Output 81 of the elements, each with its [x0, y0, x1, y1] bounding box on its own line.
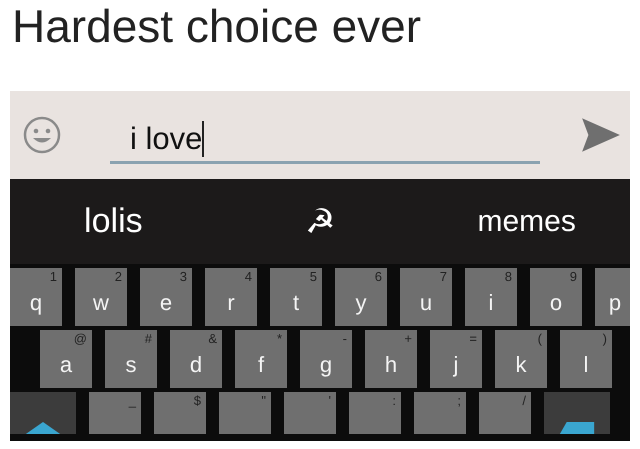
shift-icon [25, 422, 61, 434]
key[interactable]: 8 i [465, 268, 517, 326]
key-hint: + [404, 331, 412, 346]
key[interactable]: 4 r [205, 268, 257, 326]
delete-key[interactable] [544, 392, 610, 434]
key-hint: / [522, 393, 526, 408]
backspace-icon [559, 422, 595, 434]
key[interactable]: 2 w [75, 268, 127, 326]
key-hint: 6 [374, 269, 382, 284]
key[interactable]: 7 u [400, 268, 452, 326]
key-hint: ' [328, 393, 331, 408]
key[interactable]: _ [89, 392, 141, 434]
key-label: d [188, 352, 204, 378]
key-hint: @ [74, 331, 87, 346]
message-field[interactable]: i love [110, 116, 540, 164]
key[interactable]: ; [414, 392, 466, 434]
key[interactable]: # s [105, 330, 157, 388]
key-label: p [608, 290, 622, 316]
key[interactable]: 9 o [530, 268, 582, 326]
key-label: f [256, 352, 266, 378]
key-hint: 3 [180, 269, 187, 284]
key-label: r [226, 290, 236, 316]
key-label: j [452, 352, 460, 378]
suggestion[interactable]: ☭ [305, 201, 335, 242]
key-label: h [384, 352, 398, 378]
key[interactable]: : [349, 392, 401, 434]
key-hint: & [208, 331, 217, 346]
key[interactable]: / [479, 392, 531, 434]
caption: Hardest choice ever [11, 0, 422, 54]
key[interactable]: 1 q [10, 268, 62, 326]
key[interactable]: " [219, 392, 271, 434]
key-hint: 2 [114, 269, 122, 284]
key[interactable]: = j [430, 330, 482, 388]
key-label: g [318, 352, 334, 378]
key-hint: 8 [504, 269, 512, 284]
key[interactable]: ' [284, 392, 336, 434]
key-hint: # [144, 331, 152, 346]
shift-key[interactable] [10, 392, 76, 434]
suggestion[interactable]: lolis [84, 202, 143, 241]
smiley-icon [22, 115, 62, 155]
key[interactable]: - g [300, 330, 352, 388]
key-label: t [292, 290, 300, 316]
key-label: q [28, 290, 44, 316]
key-hint: $ [194, 393, 201, 408]
key-hint: 1 [50, 269, 57, 284]
key[interactable]: 6 y [335, 268, 387, 326]
key-label: i [488, 290, 494, 316]
key-label: e [158, 290, 174, 316]
key[interactable]: & d [170, 330, 222, 388]
key-label: o [548, 290, 564, 316]
key-hint: 4 [244, 269, 252, 284]
key-label: u [418, 290, 434, 316]
key[interactable]: $ [154, 392, 206, 434]
key-hint: 5 [310, 269, 317, 284]
key-hint: " [261, 393, 266, 408]
key[interactable]: 3 e [140, 268, 192, 326]
suggestion[interactable]: memes [478, 204, 576, 238]
key-hint: 9 [570, 269, 577, 284]
key[interactable]: * f [235, 330, 287, 388]
key-label: y [354, 290, 368, 316]
key-label: l [582, 352, 590, 378]
key-label: k [514, 352, 528, 378]
key[interactable]: p [595, 268, 630, 326]
key-label: s [124, 352, 138, 378]
key-hint: : [392, 393, 396, 408]
key-hint: _ [128, 393, 136, 408]
key[interactable]: ) l [560, 330, 612, 388]
key-hint: * [276, 331, 282, 346]
key-label: w [92, 290, 110, 316]
key-hint: ; [457, 393, 461, 408]
key-hint: ) [602, 331, 607, 346]
key-hint: ( [538, 331, 542, 346]
key[interactable]: ( k [495, 330, 547, 388]
key[interactable]: @ a [40, 330, 92, 388]
key-label: a [58, 352, 74, 378]
send-icon[interactable] [580, 116, 622, 154]
key-hint: - [342, 331, 347, 346]
key-hint: = [469, 331, 477, 346]
key[interactable]: + h [365, 330, 417, 388]
key[interactable]: 5 t [270, 268, 322, 326]
key-hint: 7 [440, 269, 447, 284]
